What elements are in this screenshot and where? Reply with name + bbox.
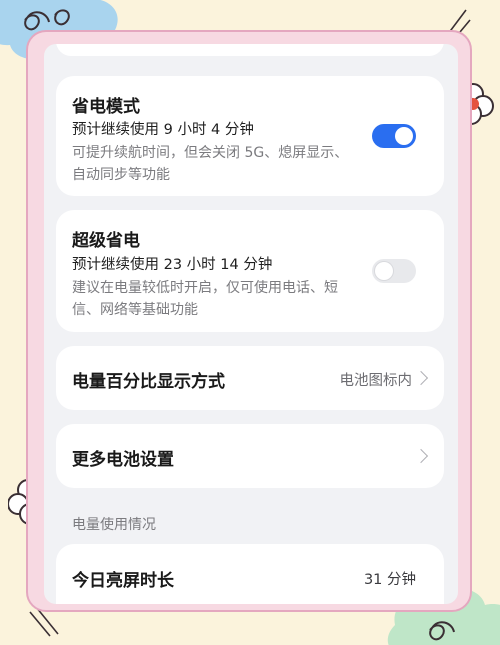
power-saving-mode-title: 省电模式 [72, 97, 140, 117]
battery-percentage-display-label: 电量百分比显示方式 [72, 372, 225, 392]
toggle-knob [375, 262, 393, 280]
page: 省电模式 预计继续使用 9 小时 4 分钟 可提升续航时间，但会关闭 5G、熄屏… [0, 0, 500, 645]
super-power-saving-description: 建议在电量较低时开启，仅可使用电话、短信、网络等基础功能 [72, 280, 338, 318]
toggle-knob [395, 127, 413, 145]
super-power-saving-title: 超级省电 [72, 231, 140, 251]
battery-settings-screen: 省电模式 预计继续使用 9 小时 4 分钟 可提升续航时间，但会关闭 5G、熄屏… [44, 44, 458, 604]
screen-time-row[interactable]: 今日亮屏时长 31 分钟 [56, 544, 444, 604]
super-power-saving-card[interactable]: 超级省电 预计继续使用 23 小时 14 分钟 建议在电量较低时开启，仅可使用电… [56, 210, 444, 332]
power-saving-mode-estimate: 预计继续使用 9 小时 4 分钟 [72, 122, 254, 138]
power-saving-mode-card[interactable]: 省电模式 预计继续使用 9 小时 4 分钟 可提升续航时间，但会关闭 5G、熄屏… [56, 76, 444, 196]
power-saving-mode-description: 可提升续航时间，但会关闭 5G、熄屏显示、自动同步等功能 [72, 145, 349, 183]
super-power-saving-estimate: 预计继续使用 23 小时 14 分钟 [72, 257, 273, 273]
more-battery-settings-label: 更多电池设置 [72, 450, 174, 470]
power-saving-mode-toggle[interactable] [372, 124, 416, 148]
usage-section-header: 电量使用情况 [72, 517, 156, 533]
chevron-right-icon [413, 370, 429, 386]
screen-time-label: 今日亮屏时长 [72, 571, 174, 591]
chevron-right-icon [413, 448, 429, 464]
previous-card-edge [56, 44, 444, 56]
battery-percentage-display-value: 电池图标内 [339, 373, 413, 389]
super-power-saving-toggle[interactable] [372, 259, 416, 283]
battery-percentage-display-row[interactable]: 电量百分比显示方式 电池图标内 [56, 346, 444, 410]
screen-time-value: 31 分钟 [363, 572, 416, 588]
more-battery-settings-row[interactable]: 更多电池设置 [56, 424, 444, 488]
